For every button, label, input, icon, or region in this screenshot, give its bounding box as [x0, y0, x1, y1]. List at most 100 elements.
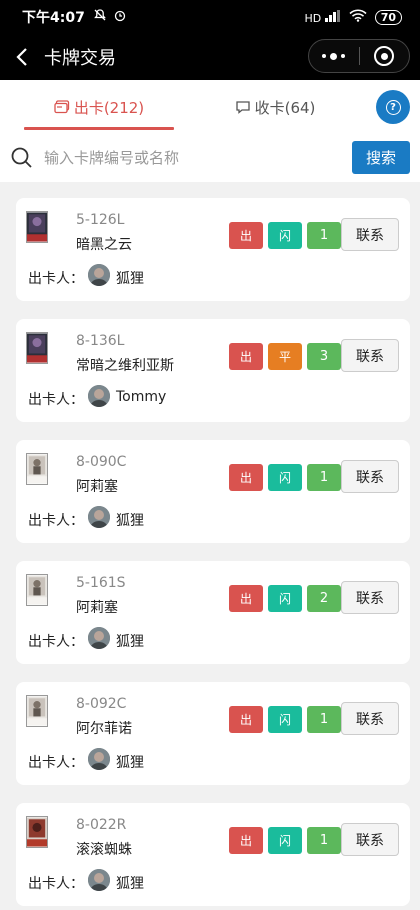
card-name: 滚滚蜘蛛	[76, 842, 132, 858]
avatar	[88, 869, 110, 891]
seller-label: 出卡人：	[28, 755, 84, 771]
card-code: 5-126L	[76, 212, 125, 228]
card-name: 常暗之维利亚斯	[76, 358, 174, 374]
tab-in[interactable]: 收卡(64)	[200, 80, 350, 134]
card-thumbnail[interactable]	[26, 574, 48, 606]
finish-badge: 闪	[268, 585, 302, 612]
card-thumbnail[interactable]	[26, 453, 48, 485]
tab-in-label: 收卡(64)	[254, 98, 316, 117]
card-name: 阿尔菲诺	[76, 721, 132, 737]
status-bar: 下午4:07 HD 70	[0, 0, 420, 34]
avatar	[88, 385, 110, 407]
card-code: 8-090C	[76, 454, 127, 470]
quantity-badge: 2	[307, 585, 341, 612]
tab-bar: 出卡(212) 收卡(64)	[0, 80, 420, 134]
mini-program-capsule	[308, 39, 410, 73]
card-code: 8-136L	[76, 333, 125, 349]
card-thumbnail[interactable]	[26, 695, 48, 727]
card-name: 阿莉塞	[76, 479, 118, 495]
trade-type-badge: 出	[229, 706, 263, 733]
trade-type-badge: 出	[229, 464, 263, 491]
trade-card[interactable]: 5-126L 暗黑之云 出闪 1 联系出卡人： 狐狸	[16, 198, 410, 301]
nav-bar: 卡牌交易	[0, 34, 420, 80]
seller-name: 狐狸	[116, 271, 144, 287]
quantity-badge: 1	[307, 827, 341, 854]
card-code: 8-022R	[76, 817, 127, 833]
avatar	[88, 627, 110, 649]
card-thumbnail[interactable]	[26, 816, 48, 848]
seller-name: 狐狸	[116, 513, 144, 529]
trade-type-badge: 出	[229, 585, 263, 612]
avatar	[88, 264, 110, 286]
avatar	[88, 748, 110, 770]
finish-badge: 闪	[268, 222, 302, 249]
active-tab-indicator	[24, 127, 174, 130]
trade-type-badge: 出	[229, 827, 263, 854]
finish-badge: 闪	[268, 706, 302, 733]
card-thumbnail[interactable]	[26, 211, 48, 243]
help-button[interactable]: ?	[376, 90, 410, 124]
tab-out-label: 出卡(212)	[73, 98, 145, 117]
chat-icon	[235, 101, 250, 114]
quantity-badge: 1	[307, 706, 341, 733]
trade-type-badge: 出	[229, 222, 263, 249]
status-time: 下午4:07	[22, 10, 85, 26]
trade-card[interactable]: 5-161S 阿莉塞 出闪 2 联系出卡人： 狐狸	[16, 561, 410, 664]
quantity-badge: 3	[307, 343, 341, 370]
finish-badge: 闪	[268, 827, 302, 854]
search-icon	[11, 147, 32, 168]
seller-name: 狐狸	[116, 634, 144, 650]
tab-out[interactable]: 出卡(212)	[24, 80, 174, 134]
search-bar: 搜索	[0, 134, 420, 182]
card-code: 5-161S	[76, 575, 126, 591]
quantity-badge: 1	[307, 464, 341, 491]
contact-button[interactable]: 联系	[341, 702, 399, 735]
seller-name: 狐狸	[116, 755, 144, 771]
seller-name: Tommy	[116, 389, 167, 405]
search-button[interactable]: 搜索	[352, 141, 410, 174]
trade-type-badge: 出	[229, 343, 263, 370]
trade-card[interactable]: 8-136L 常暗之维利亚斯 出平 3 联系出卡人： Tommy	[16, 319, 410, 422]
seller-label: 出卡人：	[28, 513, 84, 529]
seller-label: 出卡人：	[28, 876, 84, 892]
avatar	[88, 506, 110, 528]
contact-button[interactable]: 联系	[341, 218, 399, 251]
contact-button[interactable]: 联系	[341, 823, 399, 856]
search-input[interactable]	[44, 144, 344, 172]
trade-card[interactable]: 8-022R 滚滚蜘蛛 出闪 1 联系出卡人： 狐狸	[16, 803, 410, 906]
seller-label: 出卡人：	[28, 634, 84, 650]
close-mini-program-button[interactable]	[359, 40, 409, 72]
alarm-icon	[113, 8, 127, 26]
status-icons	[93, 8, 127, 26]
card-name: 阿莉塞	[76, 600, 118, 616]
card-name: 暗黑之云	[76, 237, 132, 253]
seller-label: 出卡人：	[28, 271, 84, 287]
page-title: 卡牌交易	[44, 48, 116, 69]
finish-badge: 平	[268, 343, 302, 370]
seller-name: 狐狸	[116, 876, 144, 892]
contact-button[interactable]: 联系	[341, 460, 399, 493]
card-icon	[54, 100, 69, 114]
more-icon	[322, 52, 346, 60]
question-icon: ?	[385, 99, 401, 115]
target-icon	[374, 46, 395, 66]
trade-card[interactable]: 8-090C 阿莉塞 出闪 1 联系出卡人： 狐狸	[16, 440, 410, 543]
more-button[interactable]	[309, 40, 359, 72]
back-button[interactable]	[2, 34, 42, 80]
contact-button[interactable]: 联系	[341, 339, 399, 372]
finish-badge: 闪	[268, 464, 302, 491]
battery-icon: 70	[374, 9, 402, 25]
card-code: 8-092C	[76, 696, 127, 712]
status-right: HD 70	[304, 9, 402, 25]
trade-card[interactable]: 8-092C 阿尔菲诺 出闪 1 联系出卡人： 狐狸	[16, 682, 410, 785]
signal-label: HD	[304, 11, 322, 25]
wifi-icon	[349, 9, 367, 25]
card-list: 5-126L 暗黑之云出闪 1 联系 出卡人： 狐狸 8-136L 常暗之维利亚斯出平 3 联系出…	[16, 198, 410, 910]
quantity-badge: 1	[307, 222, 341, 249]
contact-button[interactable]: 联系	[341, 581, 399, 614]
chevron-left-icon	[16, 48, 27, 66]
signal-icon: HD	[304, 9, 340, 25]
mute-icon	[93, 8, 107, 26]
seller-label: 出卡人：	[28, 392, 84, 408]
card-thumbnail[interactable]	[26, 332, 48, 364]
